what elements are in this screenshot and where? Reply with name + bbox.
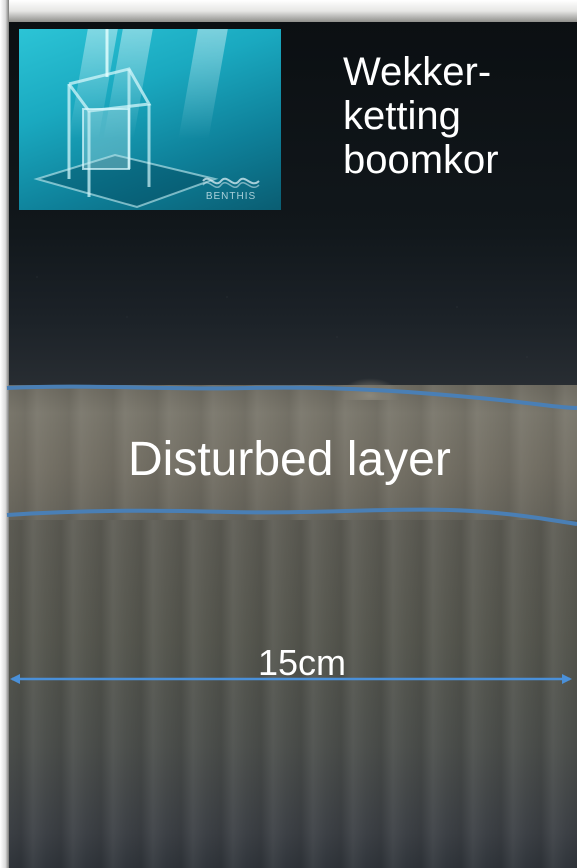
upper-boundary-line [6,384,577,410]
width-label: 15cm [258,642,347,683]
core-photo: BENTHIS Wekker- ketting boomkor Disturbe… [0,0,577,868]
disturbed-layer-label: Disturbed layer [128,433,451,486]
lower-boundary-line [6,507,577,526]
